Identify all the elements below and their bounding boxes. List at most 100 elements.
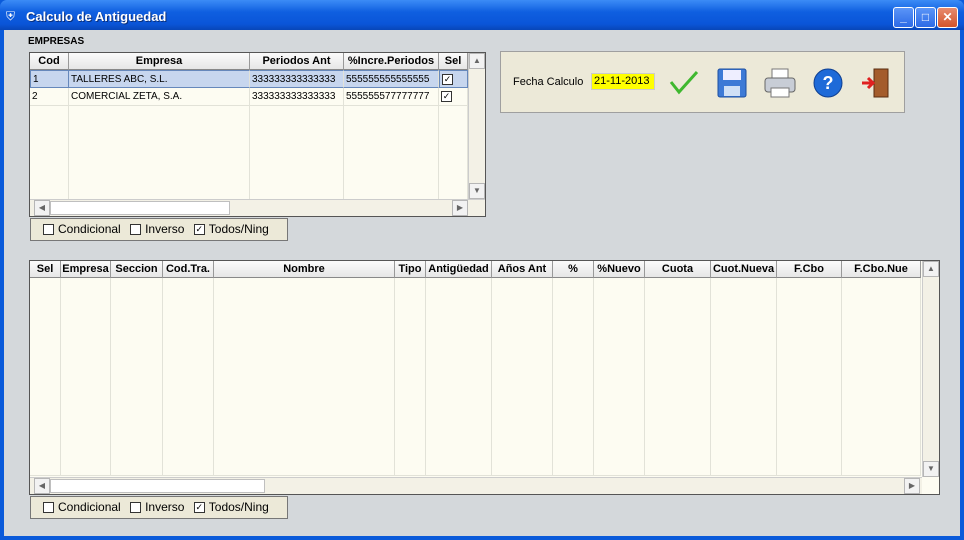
action-panel: Fecha Calculo 21-11-2013 ?	[500, 51, 905, 113]
inverso-option[interactable]: Inverso	[130, 222, 184, 236]
horizontal-scrollbar[interactable]: ◀ ▶	[30, 477, 922, 494]
fecha-input[interactable]: 21-11-2013	[591, 73, 655, 90]
empty-col	[439, 106, 468, 214]
inverso-label: Inverso	[145, 500, 185, 514]
col-header-codtra[interactable]: Cod.Tra.	[163, 261, 214, 278]
app-icon: ⛨	[6, 9, 16, 23]
app-window: ⛨ Calculo de Antiguedad _ □ ✕ EMPRESAS C…	[0, 0, 964, 540]
help-icon[interactable]: ?	[811, 66, 845, 100]
client-area: EMPRESAS Cod Empresa Periodos Ant %Incre…	[4, 30, 960, 536]
scroll-right-arrow-icon[interactable]: ▶	[452, 200, 468, 216]
cell-cod: 2	[30, 88, 69, 106]
empty-col	[111, 278, 163, 476]
window-title: Calculo de Antiguedad	[26, 9, 167, 24]
condicional-option[interactable]: Condicional	[43, 500, 121, 514]
fecha-label: Fecha Calculo	[513, 76, 584, 88]
check-icon[interactable]	[667, 66, 701, 100]
empty-col	[30, 106, 69, 214]
col-header-periodos[interactable]: Periodos Ant	[250, 53, 344, 70]
col-header-sel[interactable]: Sel	[439, 53, 468, 70]
col-header-seccion[interactable]: Seccion	[111, 261, 163, 278]
todos-option[interactable]: ✓ Todos/Ning	[193, 222, 269, 236]
cell-sel[interactable]: ✓	[439, 70, 468, 88]
print-icon[interactable]	[763, 66, 797, 100]
empty-col	[395, 278, 426, 476]
col-header-tipo[interactable]: Tipo	[395, 261, 426, 278]
cell-periodos: 333333333333333	[250, 88, 344, 106]
condicional-checkbox[interactable]	[43, 502, 54, 514]
inverso-checkbox[interactable]	[130, 502, 142, 514]
scroll-right-arrow-icon[interactable]: ▶	[904, 478, 920, 494]
empresas-label: EMPRESAS	[28, 36, 85, 47]
col-header-sel[interactable]: Sel	[30, 261, 61, 278]
empty-col	[61, 278, 111, 476]
col-header-antiguedad[interactable]: Antigüedad	[426, 261, 492, 278]
filter-options-trabajadores: Condicional Inverso ✓ Todos/Ning	[30, 496, 288, 519]
condicional-checkbox[interactable]	[43, 224, 54, 236]
col-header-nombre[interactable]: Nombre	[214, 261, 395, 278]
cell-incre: 555555577777777	[344, 88, 439, 106]
todos-option[interactable]: ✓ Todos/Ning	[193, 500, 269, 514]
title-bar[interactable]: ⛨ Calculo de Antiguedad _ □ ✕	[0, 0, 964, 30]
empty-col	[163, 278, 214, 476]
scroll-thumb[interactable]	[50, 201, 230, 215]
empty-col	[69, 106, 250, 214]
col-header-empresa[interactable]: Empresa	[61, 261, 111, 278]
scroll-up-arrow-icon[interactable]: ▲	[923, 261, 939, 277]
empty-col	[594, 278, 645, 476]
todos-checkbox[interactable]: ✓	[193, 502, 205, 514]
empty-col	[553, 278, 594, 476]
svg-text:?: ?	[823, 73, 834, 93]
empty-col	[645, 278, 711, 476]
empty-col	[842, 278, 921, 476]
cell-cod: 1	[30, 70, 69, 88]
minimize-button[interactable]: _	[893, 7, 914, 28]
condicional-label: Condicional	[58, 222, 121, 236]
cell-sel[interactable]: ✓	[439, 88, 468, 106]
inverso-label: Inverso	[145, 222, 185, 236]
scroll-left-arrow-icon[interactable]: ◀	[34, 200, 50, 216]
scroll-left-arrow-icon[interactable]: ◀	[34, 478, 50, 494]
scroll-down-arrow-icon[interactable]: ▼	[923, 461, 939, 477]
inverso-checkbox[interactable]	[130, 224, 142, 236]
col-header-pct[interactable]: %	[553, 261, 594, 278]
col-header-pct-nuevo[interactable]: %Nuevo	[594, 261, 645, 278]
sel-checkbox[interactable]: ✓	[442, 73, 453, 85]
filter-options-empresas: Condicional Inverso ✓ Todos/Ning	[30, 218, 288, 241]
cell-empresa: COMERCIAL ZETA, S.A.	[69, 88, 250, 106]
col-header-fcbo-nue[interactable]: F.Cbo.Nue	[842, 261, 921, 278]
col-header-cod[interactable]: Cod	[30, 53, 69, 70]
empty-col	[777, 278, 842, 476]
empty-col	[711, 278, 777, 476]
empresas-grid[interactable]: Cod Empresa Periodos Ant %Incre.Periodos…	[29, 52, 486, 217]
condicional-label: Condicional	[58, 500, 121, 514]
maximize-button[interactable]: □	[915, 7, 936, 28]
col-header-cuot-nueva[interactable]: Cuot.Nueva	[711, 261, 777, 278]
inverso-option[interactable]: Inverso	[130, 500, 184, 514]
empty-col	[426, 278, 492, 476]
todos-checkbox[interactable]: ✓	[193, 224, 205, 236]
empty-col	[250, 106, 344, 214]
col-header-fcbo[interactable]: F.Cbo	[777, 261, 842, 278]
todos-label: Todos/Ning	[208, 222, 269, 236]
col-header-incre[interactable]: %Incre.Periodos	[344, 53, 439, 70]
sel-checkbox[interactable]: ✓	[441, 90, 452, 102]
condicional-option[interactable]: Condicional	[43, 222, 121, 236]
save-icon[interactable]	[715, 66, 749, 100]
scroll-up-arrow-icon[interactable]: ▲	[469, 53, 485, 69]
vertical-scrollbar[interactable]: ▲ ▼	[468, 53, 485, 199]
empty-col	[492, 278, 553, 476]
col-header-cuota[interactable]: Cuota	[645, 261, 711, 278]
exit-icon[interactable]	[859, 66, 893, 100]
scroll-thumb[interactable]	[50, 479, 265, 493]
cell-periodos: 333333333333333	[250, 70, 344, 88]
scroll-down-arrow-icon[interactable]: ▼	[469, 183, 485, 199]
col-header-anos-ant[interactable]: Años Ant	[492, 261, 553, 278]
trabajadores-grid[interactable]: Sel Empresa Seccion Cod.Tra. Nombre Tipo…	[29, 260, 940, 495]
vertical-scrollbar[interactable]: ▲ ▼	[922, 261, 939, 477]
empty-col	[30, 278, 61, 476]
col-header-empresa[interactable]: Empresa	[69, 53, 250, 70]
close-button[interactable]: ✕	[937, 7, 958, 28]
cell-empresa: TALLERES ABC, S.L.	[69, 70, 250, 88]
horizontal-scrollbar[interactable]: ◀ ▶	[30, 199, 485, 216]
